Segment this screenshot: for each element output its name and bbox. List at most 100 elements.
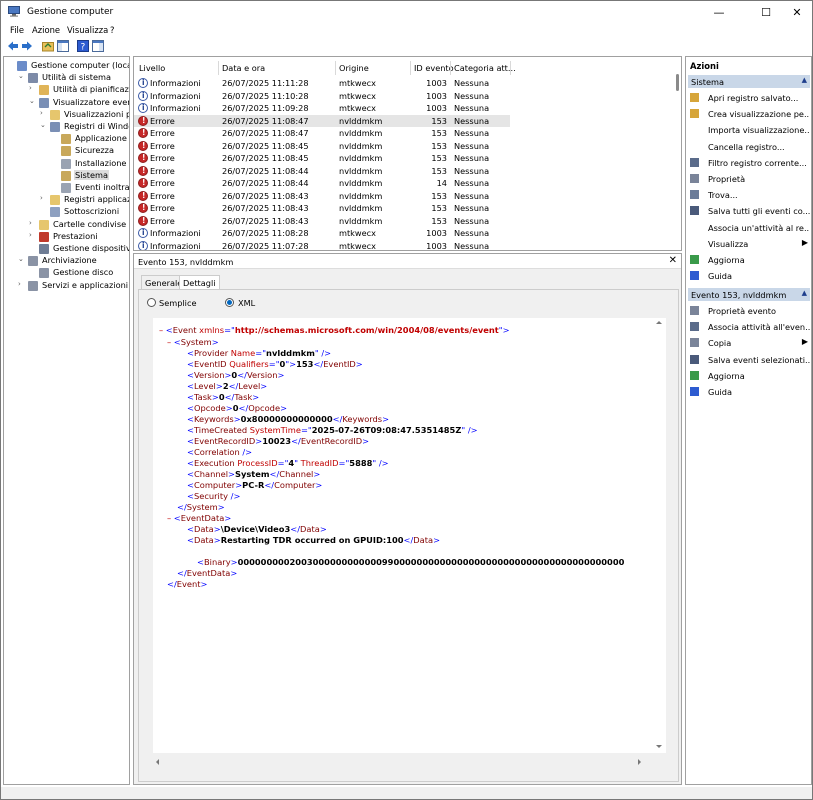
action-item[interactable]: Proprietà evento [690, 305, 810, 317]
column-divider[interactable] [218, 61, 219, 75]
tree-item-label: Sottoscrizioni [64, 206, 120, 217]
close-window-button[interactable]: ✕ [781, 1, 813, 24]
radio-semplice[interactable] [147, 298, 156, 307]
list-scrollbar[interactable] [673, 57, 681, 250]
action-item[interactable]: Trova... [690, 189, 810, 201]
menu-azione[interactable]: Azione [32, 25, 60, 35]
xml-vertical-scrollbar[interactable] [654, 318, 664, 753]
event-row[interactable]: Errore 26/07/2025 11:08:45 nvlddmkm 153 Ness… [134, 152, 510, 165]
action-item[interactable]: Copia ▶ [690, 337, 810, 349]
tab-dettagli[interactable]: Dettagli [179, 275, 220, 289]
radio-xml[interactable] [225, 298, 234, 307]
collapsed-chevron-icon[interactable]: › [29, 231, 36, 239]
expanded-chevron-icon[interactable]: ⌄ [18, 255, 25, 263]
expanded-chevron-icon[interactable]: ⌄ [40, 121, 47, 129]
action-item[interactable]: Salva tutti gli eventi co... [690, 205, 810, 217]
event-row[interactable]: Errore 26/07/2025 11:08:45 nvlddmkm 153 Ness… [134, 140, 510, 153]
show-hide-action-pane-icon[interactable] [92, 40, 104, 52]
tree-node-icon [50, 109, 60, 120]
event-cell-level: Errore [150, 128, 175, 138]
radio-semplice-label[interactable]: Semplice [159, 298, 197, 308]
column-data-ora[interactable]: Data e ora [222, 63, 265, 73]
event-row[interactable]: Informazioni 26/07/2025 11:09:28 mtkwecx 10… [134, 102, 510, 115]
action-item[interactable]: Visualizza ▶ [690, 238, 810, 250]
menu-help[interactable]: ? [110, 25, 114, 35]
column-divider[interactable] [410, 61, 411, 75]
action-item[interactable]: Aggiorna [690, 254, 810, 266]
collapsed-chevron-icon[interactable]: › [40, 194, 47, 202]
menu-visualizza[interactable]: Visualizza [67, 25, 108, 35]
action-item[interactable]: Filtro registro corrente... [690, 157, 810, 169]
collapse-icon[interactable]: – [167, 337, 171, 347]
collapsed-chevron-icon[interactable]: › [29, 219, 36, 227]
column-id-evento[interactable]: ID evento [414, 63, 454, 73]
action-item[interactable]: Cancella registro... [690, 141, 810, 153]
collapsed-chevron-icon[interactable]: › [40, 109, 47, 117]
expanded-chevron-icon[interactable]: ⌄ [18, 72, 25, 80]
tree-item-label: Gestione disco [53, 267, 114, 278]
maximize-button[interactable]: ☐ [750, 1, 782, 24]
tree-node-icon [39, 85, 49, 96]
event-cell-cat: Nessuna [454, 228, 490, 238]
tree-item-label: Visualizzazioni perso [64, 108, 129, 119]
event-row[interactable]: Informazioni 26/07/2025 11:11:28 mtkwecx 10… [134, 77, 510, 90]
tree-node-icon [61, 158, 71, 169]
action-item[interactable]: Apri registro salvato... [690, 92, 810, 104]
column-divider[interactable] [510, 61, 511, 75]
action-item[interactable]: Importa visualizzazione... [690, 124, 810, 136]
show-hide-tree-icon[interactable] [57, 40, 69, 52]
xml-view[interactable]: – <Event xmlns="http://schemas.microsoft… [153, 318, 666, 753]
event-row[interactable]: Informazioni 26/07/2025 11:08:28 mtkwecx 10… [134, 227, 510, 240]
collapse-icon[interactable]: – [159, 325, 163, 335]
collapse-icon[interactable]: – [167, 513, 171, 523]
tree-item-label: Sistema [74, 169, 109, 180]
minimize-button[interactable]: — [703, 1, 735, 24]
help-icon[interactable]: ? [77, 40, 89, 52]
action-item[interactable]: Crea visualizzazione pe... [690, 108, 810, 120]
action-item[interactable]: Associa un'attività al re... [690, 222, 810, 234]
menu-file[interactable]: File [10, 25, 24, 35]
actions-section-evento[interactable]: Evento 153, nvlddmkm ▲ [688, 288, 810, 301]
column-divider[interactable] [335, 61, 336, 75]
expanded-chevron-icon[interactable]: ⌄ [29, 97, 36, 105]
event-row[interactable]: Errore 26/07/2025 11:08:43 nvlddmkm 153 Ness… [134, 202, 510, 215]
error-icon [138, 128, 148, 138]
collapse-arrow-icon[interactable]: ▲ [802, 289, 807, 297]
column-categoria[interactable]: Categoria att... [454, 63, 516, 73]
column-livello[interactable]: Livello [139, 63, 165, 73]
action-item[interactable]: Guida [690, 386, 810, 398]
event-row[interactable]: Errore 26/07/2025 11:08:44 nvlddmkm 153 Ness… [134, 165, 510, 178]
back-arrow-icon[interactable] [7, 40, 19, 52]
event-row[interactable]: Errore 26/07/2025 11:08:47 nvlddmkm 153 Ness… [134, 127, 510, 140]
action-item[interactable]: Associa attività all'even... [690, 321, 810, 333]
list-scroll-thumb[interactable] [676, 74, 679, 91]
event-cell-date: 26/07/2025 11:09:28 [222, 103, 309, 113]
actions-section-sistema[interactable]: Sistema ▲ [688, 75, 810, 88]
event-row[interactable]: Errore 26/07/2025 11:08:43 nvlddmkm 153 Ness… [134, 190, 510, 203]
event-cell-id: 1003 [426, 228, 447, 238]
action-icon [690, 338, 699, 348]
event-row[interactable]: Informazioni 26/07/2025 11:10:28 mtkwecx 10… [134, 90, 510, 103]
xml-horizontal-scrollbar[interactable] [153, 757, 666, 767]
event-row[interactable]: Errore 26/07/2025 11:08:47 nvlddmkm 153 Ness… [134, 114, 510, 127]
event-row[interactable]: Informazioni 26/07/2025 11:07:28 mtkwecx 10… [134, 240, 510, 250]
radio-xml-label[interactable]: XML [238, 298, 255, 308]
collapse-arrow-icon[interactable]: ▲ [802, 76, 807, 84]
column-divider[interactable] [450, 61, 451, 75]
event-row[interactable]: Errore 26/07/2025 11:08:44 nvlddmkm 14 Nessu… [134, 177, 510, 190]
column-origine[interactable]: Origine [339, 63, 369, 73]
event-cell-cat: Nessuna [454, 90, 490, 101]
action-item[interactable]: Salva eventi selezionati... [690, 354, 810, 366]
xml-eventdata-close: </EventData> [177, 568, 238, 578]
forward-arrow-icon[interactable] [21, 40, 33, 52]
collapsed-chevron-icon[interactable]: › [29, 84, 36, 92]
action-item[interactable]: Aggiorna [690, 370, 810, 382]
up-folder-icon[interactable] [42, 40, 54, 52]
detail-close-button[interactable]: ✕ [669, 255, 677, 266]
action-item[interactable]: Proprietà [690, 173, 810, 185]
event-cell-id: 153 [431, 203, 447, 213]
action-label: Guida [708, 271, 733, 282]
collapsed-chevron-icon[interactable]: › [18, 280, 25, 288]
action-item[interactable]: Guida [690, 270, 810, 282]
event-row[interactable]: Errore 26/07/2025 11:08:43 nvlddmkm 153 Ness… [134, 215, 510, 228]
